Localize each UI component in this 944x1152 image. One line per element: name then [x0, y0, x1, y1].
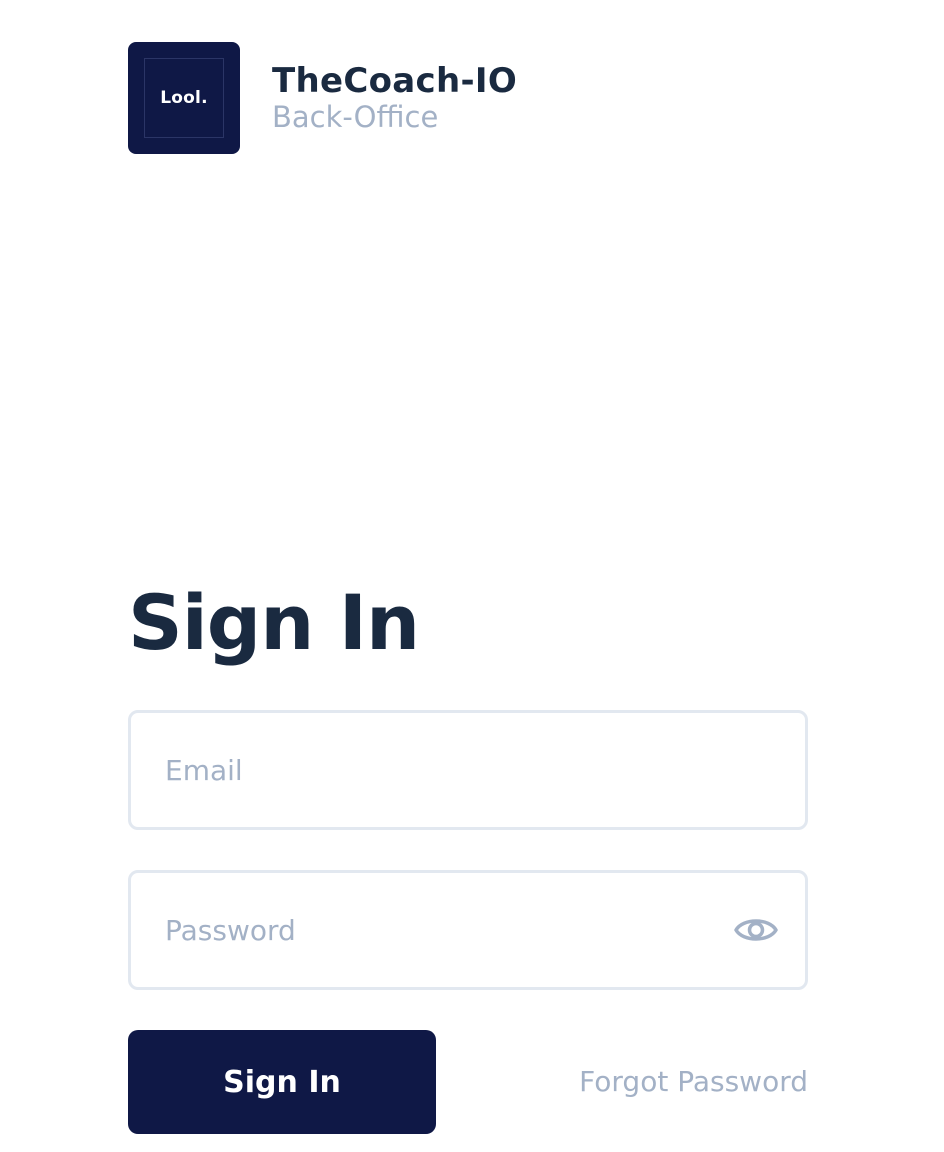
logo: Lool.: [128, 42, 240, 154]
eye-icon[interactable]: [731, 910, 781, 950]
sign-in-button[interactable]: Sign In: [128, 1030, 436, 1134]
brand-text: TheCoach-IO Back-Office: [272, 61, 517, 135]
app-name: TheCoach-IO: [272, 61, 518, 101]
email-field: [128, 710, 808, 830]
password-input[interactable]: [165, 873, 721, 987]
eye-icon-svg: [734, 919, 778, 941]
page-title: Sign In: [128, 578, 420, 667]
logo-frame: Lool.: [144, 58, 224, 138]
email-input[interactable]: [165, 713, 771, 827]
logo-text: Lool.: [160, 88, 208, 108]
brand-header: Lool. TheCoach-IO Back-Office: [128, 42, 517, 154]
password-field: [128, 870, 808, 990]
forgot-password-link[interactable]: Forgot Password: [579, 1062, 808, 1102]
app-subtitle: Back-Office: [272, 100, 439, 134]
